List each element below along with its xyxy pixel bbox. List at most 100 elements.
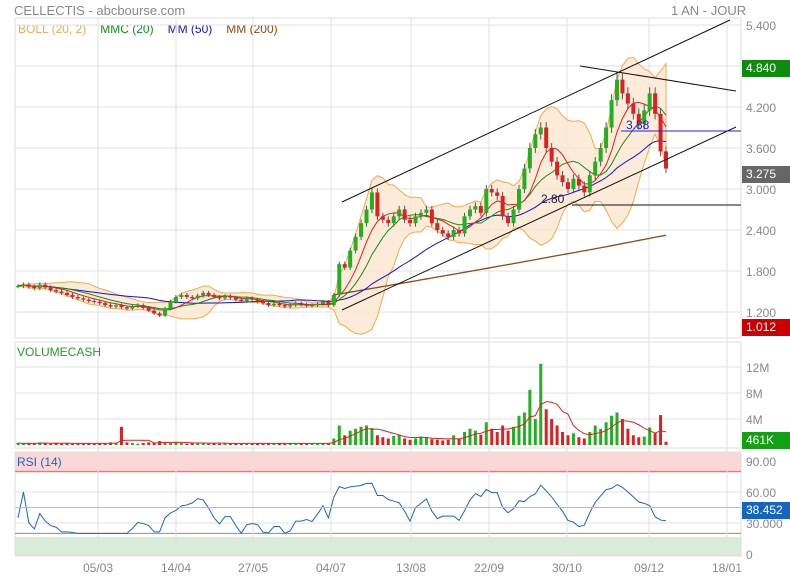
candle-body [261,301,266,304]
candle-body [16,286,20,288]
volume-bar [283,443,287,445]
candle-body [293,303,298,306]
volume-bar [468,428,472,445]
volume-bar [354,428,358,445]
volume-bar [305,443,309,445]
candle-body [228,296,233,298]
volume-bar [375,435,379,445]
x-tick-label: 22/09 [474,561,504,575]
candle-body [152,310,157,314]
x-tick-label: 09/12 [634,561,664,575]
candle-body [413,216,418,224]
volume-bar [626,428,630,445]
volume-bar [620,419,624,445]
candle-body [331,294,336,306]
volume-bar [577,437,581,445]
candle-body [484,188,489,213]
candle-body [217,296,222,299]
volume-bar [414,438,418,445]
candle-body [146,307,151,311]
candle-body [201,292,206,296]
volume-panel-label: VOLUMECASH [17,345,102,359]
volume-bar [550,419,554,445]
candle-body [375,192,380,217]
volume-bar [473,430,477,445]
rsi-overbought-zone [15,452,741,473]
candle-body [65,292,70,295]
candle-body [653,93,658,114]
candle-body [495,192,500,196]
volume-bar [571,433,575,445]
candle-body [435,223,440,230]
candle-body [233,297,238,300]
rsi-line [17,482,667,535]
candle-body [239,299,244,302]
candle-body [168,301,173,309]
candle-body [451,229,456,237]
chart-canvas[interactable]: 05/03 14/04 27/05 04/07 13/08 22/09 30/10 09/12… [0,0,790,580]
candle-body [70,294,75,297]
candle-body [310,305,315,307]
volume-bar [70,443,74,445]
volume-bar [599,428,603,445]
volume-bar [141,443,145,445]
candle-body [549,147,554,162]
volume-bar [555,425,559,445]
volume-bar [446,439,450,445]
candle-body [244,298,249,302]
candle-body [386,219,391,224]
volume-bar [32,443,36,445]
volume-bar [337,425,341,445]
candle-body [190,296,195,299]
candle-body [402,209,407,220]
candle-body [320,301,325,304]
volume-bar [326,443,330,445]
candle-body [326,301,331,306]
candle-body [75,296,80,299]
volume-bar [631,435,635,445]
low-price-badge: 1.012 [742,319,790,336]
candle-body [544,127,549,148]
volume-bar [479,434,483,445]
candle-body [424,209,429,213]
volume-bar [604,422,608,445]
candle-body [114,305,119,307]
volume-bar [217,443,221,445]
volume-bar [642,436,646,445]
volume-bar [408,439,412,445]
rsi-tick-label: 30.000 [746,517,783,531]
price-tick-label: 4.200 [746,101,776,115]
volume-bar [185,443,189,445]
candle-body [538,127,543,135]
volume-bar [664,441,668,445]
volume-bar [359,426,363,445]
volume-bar [615,412,619,445]
candle-body [135,305,140,307]
volume-bar [424,437,428,445]
price-tick-label: 5.400 [746,19,776,33]
rsi-tick-label: 60.00 [746,486,776,500]
volume-bar [386,438,390,445]
volume-bar [49,443,53,445]
volume-bar [544,409,548,445]
candle-body [380,216,385,220]
volume-bar [561,432,565,445]
candle-body [21,284,26,287]
candle-body [500,195,505,217]
candle-body [489,188,494,193]
candle-body [141,305,146,308]
volume-badge: 461K [742,432,790,449]
volume-bar [348,430,352,445]
x-tick-label: 13/08 [396,561,426,575]
candle-body [408,219,413,224]
volume-bar [381,437,385,445]
support-label: 2.80 [541,192,565,206]
candle-body [277,303,282,306]
candle-body [478,206,483,213]
candle-body [576,178,581,186]
volume-bar [239,443,243,445]
candle-body [32,286,37,289]
volume-bar [168,443,172,445]
price-tick-label: 1.800 [746,265,776,279]
candle-body [631,103,636,114]
